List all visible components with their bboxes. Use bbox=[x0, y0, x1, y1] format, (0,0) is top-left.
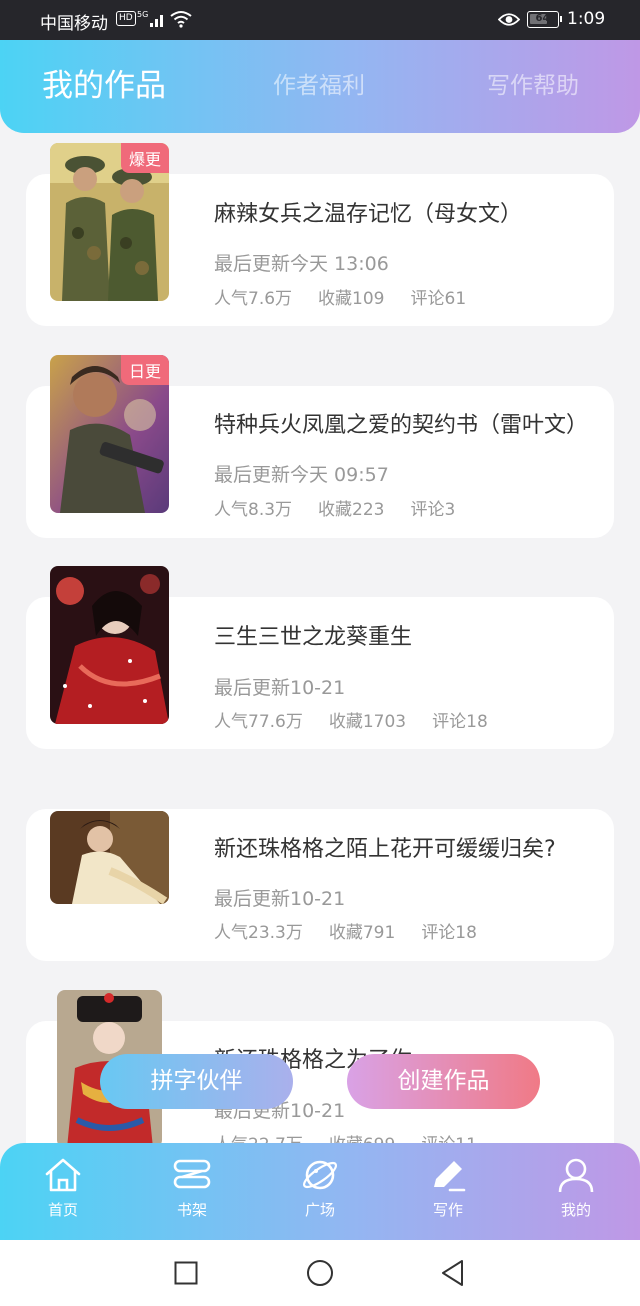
pen-icon bbox=[434, 1161, 466, 1192]
last-updated: 最后更新10-21 bbox=[214, 888, 346, 910]
update-badge: 爆更 bbox=[120, 143, 169, 173]
home-circle-icon[interactable] bbox=[306, 1259, 334, 1287]
recents-square-icon[interactable] bbox=[174, 1261, 198, 1285]
favorites-count: 收藏223 bbox=[318, 500, 385, 520]
tab-bookshelf[interactable]: 书架 bbox=[152, 1157, 232, 1220]
clock: 1:09 bbox=[567, 9, 606, 29]
last-updated: 最后更新10-21 bbox=[214, 677, 346, 699]
bookshelf-icon bbox=[173, 1159, 211, 1189]
book-stats: 人气7.6万 收藏109 评论61 bbox=[214, 284, 492, 309]
last-updated: 最后更新今天 13:06 bbox=[214, 253, 389, 275]
book-stats: 人气77.6万 收藏1703 评论18 bbox=[214, 707, 514, 732]
favorites-count: 收藏109 bbox=[318, 289, 385, 309]
create-work-button[interactable]: 创建作品 bbox=[347, 1054, 540, 1109]
tab-home[interactable]: 首页 bbox=[23, 1157, 103, 1220]
tab-writing-help[interactable]: 写作帮助 bbox=[487, 40, 579, 133]
book-stats: 人气23.3万 收藏791 评论18 bbox=[214, 918, 503, 943]
system-nav-bar bbox=[0, 1240, 640, 1306]
update-badge: 日更 bbox=[120, 355, 169, 385]
signal-icon: 5G bbox=[137, 9, 167, 33]
bottom-tab-bar: 首页 书架 广场 写作 我的 bbox=[0, 1143, 640, 1240]
popularity-count: 人气8.3万 bbox=[214, 500, 293, 520]
favorites-count: 收藏1703 bbox=[328, 712, 407, 732]
status-bar: 中国移动 HD 5G 64 1:09 bbox=[0, 0, 640, 40]
battery-icon: 64 bbox=[527, 11, 562, 28]
favorites-count: 收藏791 bbox=[328, 923, 396, 943]
hd-indicator: HD bbox=[116, 11, 136, 26]
user-icon bbox=[558, 1158, 594, 1193]
book-title[interactable]: 三生三世之龙葵重生 bbox=[214, 619, 412, 651]
comments-count: 评论18 bbox=[421, 923, 477, 943]
tab-label: 首页 bbox=[47, 1201, 78, 1219]
tab-my-works[interactable]: 我的作品 bbox=[42, 40, 166, 133]
eye-comfort-icon bbox=[497, 12, 521, 31]
popularity-count: 人气7.6万 bbox=[214, 289, 293, 309]
tab-label: 我的 bbox=[560, 1201, 591, 1219]
planet-icon bbox=[302, 1160, 338, 1190]
comments-count: 评论18 bbox=[432, 712, 488, 732]
book-title[interactable]: 麻辣女兵之温存记忆（母女文） bbox=[214, 196, 522, 228]
tab-plaza[interactable]: 广场 bbox=[280, 1157, 360, 1220]
comments-count: 评论61 bbox=[410, 289, 467, 309]
popularity-count: 人气77.6万 bbox=[214, 712, 303, 732]
top-tab-header: 我的作品 作者福利 写作帮助 bbox=[0, 40, 640, 133]
book-cover-image[interactable]: 爆更 bbox=[50, 143, 169, 301]
tab-label: 书架 bbox=[176, 1201, 207, 1219]
tab-label: 广场 bbox=[304, 1201, 335, 1219]
book-cover-image[interactable] bbox=[50, 566, 169, 724]
popularity-count: 人气23.3万 bbox=[214, 923, 303, 943]
home-icon bbox=[45, 1158, 81, 1192]
tab-label: 写作 bbox=[432, 1201, 463, 1219]
book-title[interactable]: 特种兵火凤凰之爱的契约书（雷叶文） bbox=[214, 407, 588, 439]
book-cover-image[interactable]: 日更 bbox=[50, 355, 169, 513]
comments-count: 评论3 bbox=[410, 500, 456, 520]
tab-write[interactable]: 写作 bbox=[408, 1157, 488, 1220]
wifi-icon bbox=[170, 10, 192, 32]
last-updated: 最后更新今天 09:57 bbox=[214, 464, 389, 486]
word-partner-button[interactable]: 拼字伙伴 bbox=[100, 1054, 293, 1109]
tab-me[interactable]: 我的 bbox=[536, 1157, 616, 1220]
book-title[interactable]: 新还珠格格之陌上花开可缓缓归矣? bbox=[214, 831, 556, 863]
network-type-label: 5G bbox=[137, 10, 148, 19]
battery-level: 64 bbox=[535, 13, 550, 24]
back-triangle-icon[interactable] bbox=[440, 1259, 466, 1287]
tab-author-benefits[interactable]: 作者福利 bbox=[273, 40, 365, 133]
book-stats: 人气8.3万 收藏223 评论3 bbox=[214, 495, 481, 520]
book-cover-image[interactable] bbox=[50, 811, 169, 904]
carrier-name: 中国移动 bbox=[40, 14, 108, 34]
